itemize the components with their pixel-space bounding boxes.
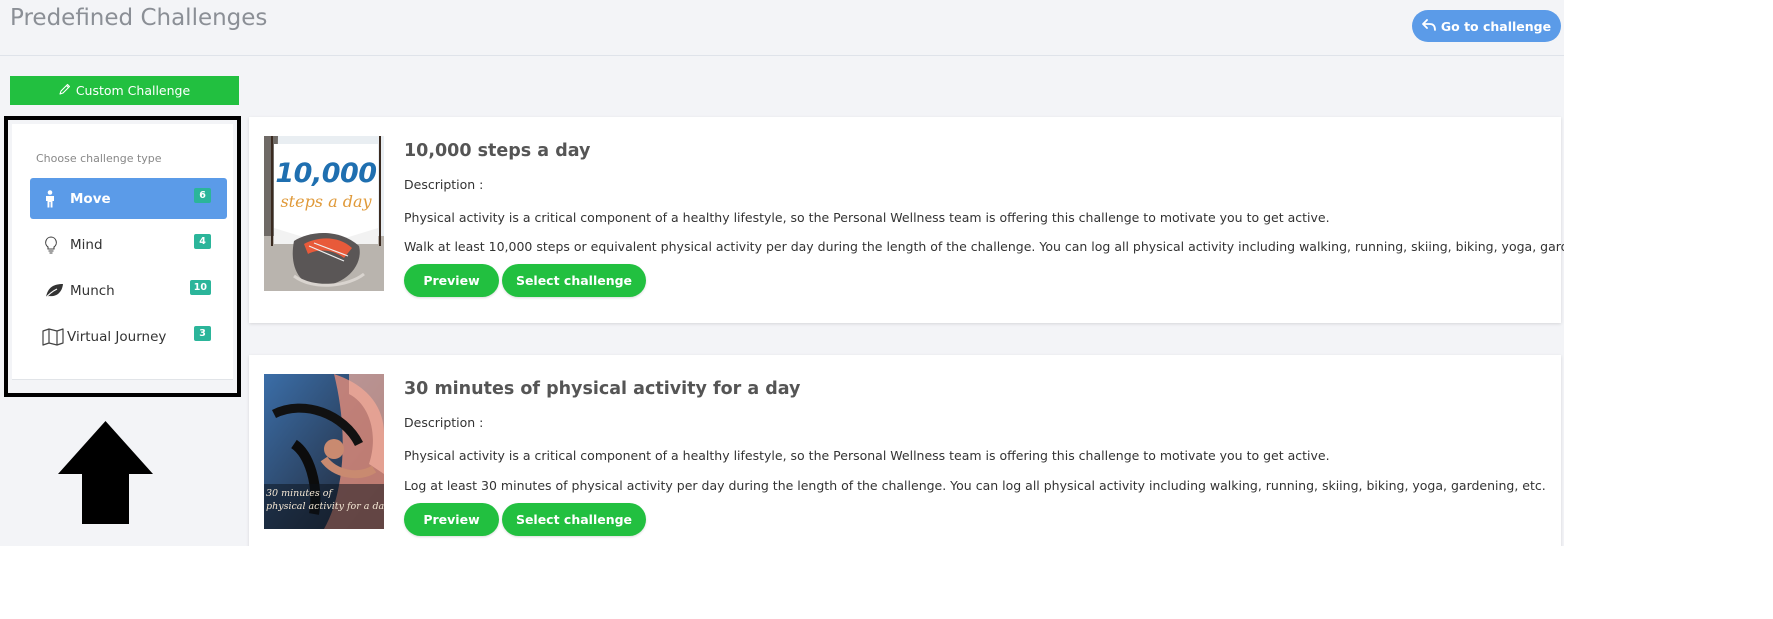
sidebar-item-munch[interactable]: Munch 10 — [30, 270, 227, 311]
app-window: Predefined Challenges Go to challenge Cu… — [0, 0, 1773, 619]
image-caption-number: 10,000 — [275, 158, 377, 189]
count-badge: 4 — [194, 234, 211, 249]
description-label: Description : — [404, 415, 484, 430]
count-badge: 10 — [189, 280, 211, 295]
description-paragraph: Physical activity is a critical componen… — [404, 448, 1330, 463]
count-badge: 6 — [194, 188, 211, 203]
lightbulb-icon — [44, 235, 70, 254]
sidebar-item-label: Mind — [70, 236, 103, 253]
challenge-card: 10,000 steps a day 10,000 steps a day De… — [249, 117, 1564, 323]
challenge-image: 30 minutes of physical activity for a da… — [264, 374, 384, 529]
description-paragraph: Log at least 30 minutes of physical acti… — [404, 478, 1546, 493]
challenge-title: 10,000 steps a day — [404, 141, 591, 161]
sidebar-item-label: Virtual Journey — [67, 328, 167, 345]
up-arrow-annotation — [58, 421, 153, 524]
image-caption-text: steps a day — [280, 192, 372, 211]
sidebar-item-label: Munch — [70, 282, 115, 299]
sidebar-item-move[interactable]: Move 6 — [30, 178, 227, 219]
challenge-type-panel: Choose challenge type Move 6 Mind 4 Munc… — [12, 124, 233, 380]
sidebar-item-virtual-journey[interactable]: Virtual Journey 3 — [30, 316, 227, 357]
preview-button[interactable]: Preview — [404, 264, 499, 297]
image-caption-line: 30 minutes of — [266, 488, 332, 499]
description-label: Description : — [404, 177, 484, 192]
map-icon — [42, 327, 67, 346]
description-paragraph: Walk at least 10,000 steps or equivalent… — [404, 239, 1564, 254]
sidebar-item-label: Move — [70, 190, 111, 207]
challenge-type-heading: Choose challenge type — [36, 152, 162, 165]
sidebar-item-mind[interactable]: Mind 4 — [30, 224, 227, 265]
custom-challenge-button[interactable]: Custom Challenge — [10, 76, 239, 105]
challenge-title: 30 minutes of physical activity for a da… — [404, 379, 801, 399]
reply-arrow-icon — [1421, 18, 1436, 34]
custom-challenge-label: Custom Challenge — [75, 83, 191, 98]
main-content: Predefined Challenges Go to challenge Cu… — [0, 0, 1564, 546]
preview-button[interactable]: Preview — [404, 503, 499, 536]
challenge-type-highlight-frame: Choose challenge type Move 6 Mind 4 Munc… — [4, 116, 241, 397]
page-title: Predefined Challenges — [10, 5, 268, 31]
top-bar: Predefined Challenges Go to challenge — [0, 0, 1564, 56]
leaf-icon — [44, 283, 70, 299]
go-to-challenge-button[interactable]: Go to challenge — [1412, 10, 1561, 42]
select-challenge-button[interactable]: Select challenge — [502, 264, 646, 297]
go-to-challenge-label: Go to challenge — [1440, 18, 1552, 34]
challenge-image: 10,000 steps a day — [264, 136, 384, 291]
pencil-icon — [59, 83, 71, 98]
challenge-card: 30 minutes of physical activity for a da… — [249, 355, 1561, 546]
image-caption-line: physical activity for a day — [266, 501, 384, 512]
description-paragraph: Physical activity is a critical componen… — [404, 210, 1330, 225]
count-badge: 3 — [194, 326, 211, 341]
person-icon — [44, 189, 70, 208]
select-challenge-button[interactable]: Select challenge — [502, 503, 646, 536]
